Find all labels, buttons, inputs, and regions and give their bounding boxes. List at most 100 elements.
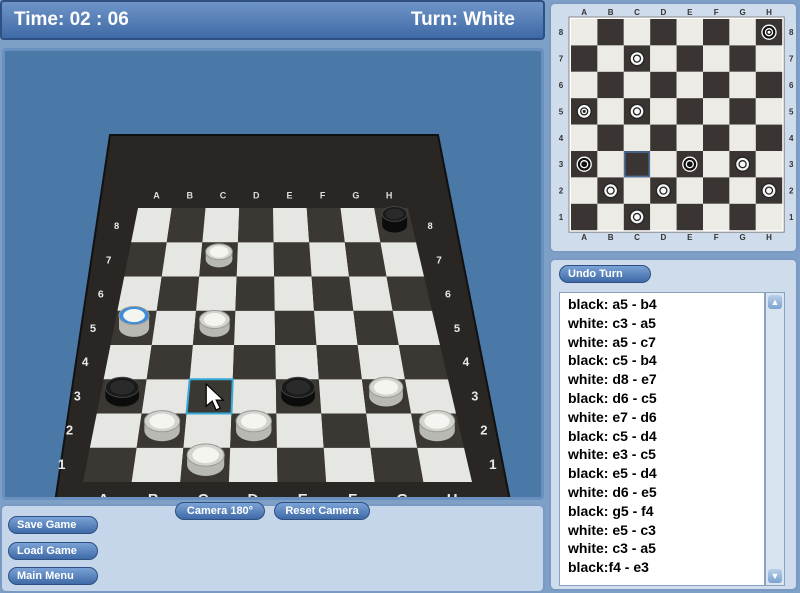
- board-square[interactable]: [344, 242, 387, 277]
- board-square[interactable]: [146, 345, 193, 380]
- minimap-black-king: [761, 24, 777, 40]
- minimap-file-label: F: [714, 233, 719, 242]
- board-square[interactable]: [323, 447, 375, 482]
- board-square[interactable]: [276, 447, 327, 482]
- board-square[interactable]: [273, 208, 310, 243]
- board-square[interactable]: [276, 413, 324, 448]
- minimap-white-man: [761, 182, 777, 199]
- board-square[interactable]: [131, 447, 184, 482]
- black-king-piece[interactable]: [381, 205, 408, 233]
- board-square[interactable]: [417, 447, 472, 482]
- board-square[interactable]: [232, 345, 276, 380]
- board-square[interactable]: [370, 447, 424, 482]
- board-square[interactable]: [316, 345, 362, 380]
- board-square[interactable]: [183, 413, 232, 448]
- minimap-white-man: [734, 156, 751, 172]
- minimap-square: [729, 45, 756, 72]
- minimap-square: [650, 45, 677, 72]
- minimap-square: [650, 203, 677, 231]
- scroll-down-icon[interactable]: ▼: [768, 569, 782, 583]
- board-square[interactable]: [237, 208, 274, 243]
- minimap-square: [755, 71, 783, 99]
- minimap-board: A A B B C C D D E E F F G G H H 8 8 7 7 6 6 5 5 4 4 3 3 2 2 1 1: [559, 8, 794, 242]
- board-square[interactable]: [196, 276, 237, 311]
- board-square[interactable]: [392, 310, 440, 345]
- file-label-top: F: [320, 190, 326, 200]
- load-game-button[interactable]: Load Game: [8, 542, 98, 560]
- board-square[interactable]: [306, 208, 345, 243]
- reset-camera-button[interactable]: Reset Camera: [274, 502, 370, 520]
- board-square[interactable]: [156, 276, 200, 311]
- board-square[interactable]: [236, 242, 275, 277]
- board-square[interactable]: [151, 310, 197, 345]
- white-man-piece[interactable]: [235, 410, 272, 442]
- white-man-piece[interactable]: [186, 443, 225, 477]
- board-square[interactable]: [404, 379, 456, 414]
- main-menu-button[interactable]: Main Menu: [8, 567, 98, 585]
- scroll-up-icon[interactable]: ▲: [768, 295, 782, 309]
- file-label-top: G: [352, 190, 359, 200]
- white-king-piece[interactable]: [118, 306, 150, 337]
- minimap-square: [597, 203, 624, 231]
- white-man-piece[interactable]: [418, 410, 456, 442]
- board-square[interactable]: [366, 413, 418, 448]
- board-square[interactable]: [189, 345, 235, 380]
- white-man-piece[interactable]: [368, 376, 404, 407]
- file-label-top: C: [220, 190, 227, 200]
- save-game-button[interactable]: Save Game: [8, 516, 98, 534]
- board-square[interactable]: [275, 345, 319, 380]
- board-square[interactable]: [161, 242, 203, 277]
- board-square[interactable]: [131, 208, 172, 243]
- board-square[interactable]: [309, 242, 350, 277]
- board-square[interactable]: [386, 276, 432, 311]
- black-man-piece[interactable]: [104, 376, 140, 407]
- board-square[interactable]: [274, 310, 317, 345]
- move-list[interactable]: black: a5 - b4 white: c3 - a5 white: a5 - …: [559, 292, 765, 586]
- board-square[interactable]: [103, 345, 152, 380]
- white-man-piece[interactable]: [205, 243, 233, 268]
- board-square[interactable]: [273, 242, 312, 277]
- minimap-rank-label: 2: [559, 187, 564, 196]
- minimap-square: [650, 151, 677, 178]
- board-square[interactable]: [124, 242, 167, 277]
- board-square[interactable]: [89, 413, 142, 448]
- board-square[interactable]: [166, 208, 206, 243]
- rank-label-left: 1: [58, 457, 66, 472]
- board-square[interactable]: [117, 276, 162, 311]
- camera-rotate-button[interactable]: Camera 180°: [175, 502, 265, 520]
- board-square[interactable]: [202, 208, 240, 243]
- board-3d[interactable]: A A B B C C D D E E F F G G H H 1 1 2 2 3 3 4 4 5 5 6 6 7 7 8 8: [5, 51, 541, 497]
- board-square[interactable]: [318, 379, 367, 414]
- board-square[interactable]: [353, 310, 399, 345]
- board-square[interactable]: [321, 413, 371, 448]
- undo-turn-button[interactable]: Undo Turn: [559, 265, 651, 283]
- move-list-scrollbar[interactable]: ▲ ▼: [765, 292, 785, 586]
- minimap-square: [703, 124, 730, 151]
- white-man-piece[interactable]: [199, 310, 231, 337]
- board-square[interactable]: [340, 208, 381, 243]
- board-square[interactable]: [235, 276, 275, 311]
- board-square[interactable]: [228, 447, 278, 482]
- minimap-square: [755, 151, 783, 178]
- file-label-bottom: H: [447, 491, 458, 497]
- board-square[interactable]: [398, 345, 448, 380]
- board-square[interactable]: [357, 345, 405, 380]
- board-square[interactable]: [274, 276, 315, 311]
- board-square[interactable]: [83, 447, 137, 482]
- minimap-rank-label: 5: [789, 107, 794, 116]
- board-square[interactable]: [311, 276, 354, 311]
- board-square[interactable]: [231, 379, 277, 414]
- minimap-file-label: A: [581, 233, 587, 242]
- minimap-rank-label: 3: [789, 160, 794, 169]
- board-square[interactable]: [314, 310, 358, 345]
- board-3d-view[interactable]: A A B B C C D D E E F F G G H H 1 1 2 2 3 3 4 4 5 5 6 6 7 7 8 8: [2, 48, 544, 500]
- board-square[interactable]: [234, 310, 276, 345]
- white-man-piece[interactable]: [143, 410, 181, 442]
- black-man-piece[interactable]: [280, 376, 316, 407]
- minimap-square: [703, 203, 730, 231]
- move-entry: black: g5 - f4: [568, 502, 654, 519]
- minimap-rank-label: 5: [559, 107, 564, 116]
- rank-label-left: 7: [106, 255, 112, 266]
- board-square[interactable]: [349, 276, 393, 311]
- board-square[interactable]: [141, 379, 190, 414]
